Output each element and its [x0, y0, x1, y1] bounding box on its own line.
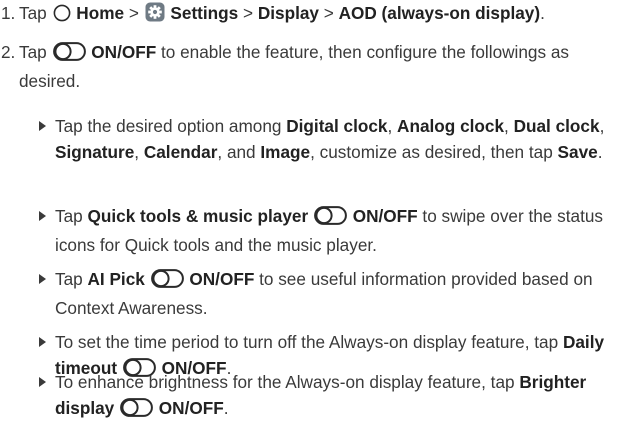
text-run: .	[540, 3, 545, 23]
bullet-text: Tap AI Pick ON/OFF to see useful informa…	[55, 266, 635, 321]
bullet-triangle-icon	[39, 211, 46, 221]
ui-term: Display	[257, 3, 319, 23]
bullet-item-quick-tools: Tap Quick tools & music player ON/OFF to…	[39, 203, 635, 258]
text-run: ,	[599, 116, 605, 136]
ui-term: Signature	[55, 142, 135, 162]
step-text: Tap ON/OFF to enable the feature, then c…	[19, 39, 630, 94]
ui-term: Home	[76, 3, 125, 23]
step-2: 2. Tap ON/OFF to enable the feature, the…	[0, 39, 630, 94]
text-run: Tap	[19, 42, 52, 62]
toggle-switch-icon	[52, 42, 86, 68]
ui-term: ON/OFF	[91, 42, 157, 62]
bullet-triangle-icon	[39, 337, 46, 347]
text-run: Tap	[19, 3, 52, 23]
ui-term: Quick tools & music player	[87, 206, 309, 226]
ui-term: Analog clock	[397, 116, 505, 136]
ui-term: Dual clock	[513, 116, 600, 136]
step-number: 2.	[1, 42, 16, 62]
text-run: >	[238, 3, 258, 23]
ui-term: Calendar	[143, 142, 218, 162]
text-run: To enhance brightness for the Always-on …	[55, 372, 520, 392]
bullet-item-brighter-display: To enhance brightness for the Always-on …	[39, 369, 635, 424]
text-run: .	[597, 142, 603, 162]
ui-term: ON/OFF	[158, 398, 224, 418]
bullet-triangle-icon	[39, 274, 46, 284]
toggle-switch-icon	[150, 269, 184, 295]
text-run	[308, 206, 313, 226]
text-run: ,	[504, 116, 514, 136]
text-run: ,	[387, 116, 398, 136]
text-run: Tap	[55, 269, 88, 289]
text-run: Tap	[55, 206, 88, 226]
text-run: , and	[217, 142, 261, 162]
text-run: , customize as desired, then tap	[310, 142, 558, 162]
toggle-switch-icon	[120, 398, 153, 424]
ui-term: AI Pick	[87, 269, 145, 289]
text-run: ,	[134, 142, 144, 162]
text-run: >	[124, 3, 144, 23]
text-run: .	[223, 398, 229, 418]
bullet-text: Tap Quick tools & music player ON/OFF to…	[55, 203, 635, 258]
text-run	[145, 269, 150, 289]
step-text: Tap Home > Settings > Display > AOD (alw…	[19, 0, 630, 29]
step-1: 1. Tap Home > Settings > Display > AOD (…	[0, 0, 630, 29]
bullet-triangle-icon	[39, 121, 46, 131]
ui-term: ON/OFF	[352, 206, 418, 226]
text-run: Tap the desired option among	[55, 116, 287, 136]
ui-term: Digital clock	[286, 116, 388, 136]
ui-term: Settings	[170, 3, 239, 23]
text-run: >	[318, 3, 339, 23]
bullet-text: Tap the desired option among Digital clo…	[55, 113, 635, 165]
ui-term: Save	[557, 142, 598, 162]
home-circle-icon	[53, 3, 71, 29]
step-number: 1.	[1, 3, 16, 23]
ui-term: AOD (always-on display)	[338, 3, 541, 23]
text-run	[114, 398, 119, 418]
ui-term: ON/OFF	[189, 269, 255, 289]
bullet-text: To enhance brightness for the Always-on …	[55, 369, 635, 424]
bullet-item-ai-pick: Tap AI Pick ON/OFF to see useful informa…	[39, 266, 635, 321]
toggle-switch-icon	[314, 206, 347, 232]
text-run: To set the time period to turn off the A…	[55, 332, 563, 352]
settings-gear-icon	[145, 2, 165, 29]
ui-term: Image	[260, 142, 311, 162]
bullet-item-display-options: Tap the desired option among Digital clo…	[39, 113, 635, 165]
bullet-triangle-icon	[39, 377, 46, 387]
